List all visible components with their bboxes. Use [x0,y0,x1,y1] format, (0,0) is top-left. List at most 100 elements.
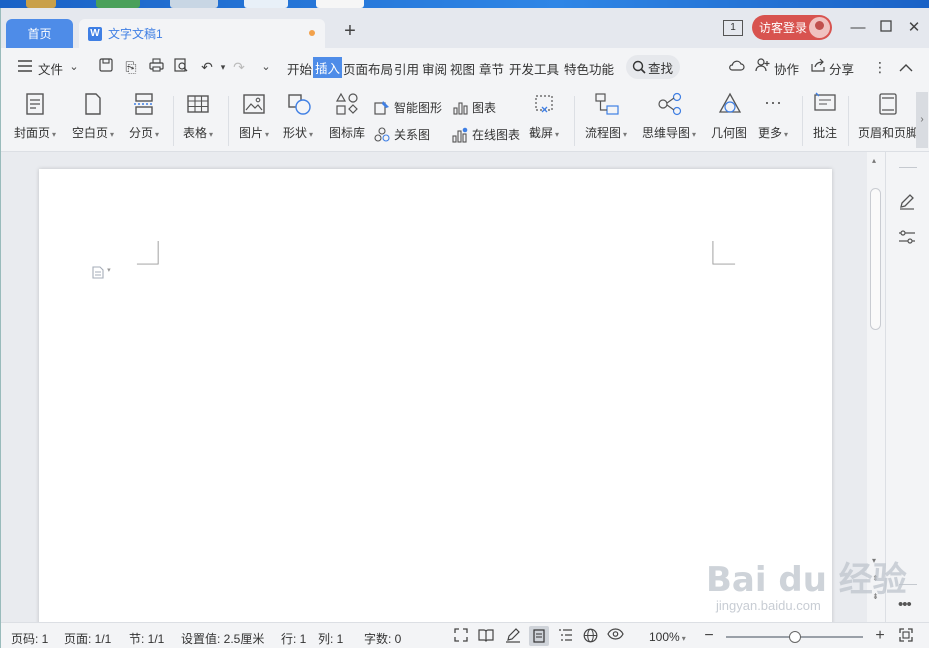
relation-diagram-button[interactable]: 关系图 [374,126,430,143]
desktop-icon[interactable] [26,0,56,8]
smart-shape-button[interactable]: 智能图形 [374,99,442,116]
outline-view-icon[interactable] [557,628,573,644]
close-button[interactable]: ✕ [904,18,924,38]
zoom-slider[interactable] [726,631,863,643]
header-footer-button[interactable]: 页眉和页脚 [858,92,918,141]
scroll-up-icon[interactable]: ▴ [872,156,876,165]
geometry-button[interactable]: 几何图 [711,92,747,141]
blank-page-icon [81,92,105,116]
picture-button[interactable]: 图片 ▾ [239,92,269,141]
fit-page-icon[interactable] [898,628,914,644]
picture-label: 图片 [239,126,264,140]
search-button[interactable]: 查找 [626,55,680,79]
mindmap-button[interactable]: 思维导图 ▾ [642,92,696,141]
menu-tab-developer[interactable]: 开发工具 [509,59,559,78]
desktop-icon[interactable] [244,0,288,8]
relation-diagram-icon [374,126,390,143]
status-word-count[interactable]: 字数: 0 [364,630,401,647]
online-chart-button[interactable]: 在线图表 [452,126,520,143]
chart-button[interactable]: 图表 [452,99,496,116]
blank-page-label: 空白页 [72,126,109,140]
smart-shape-label: 智能图形 [394,101,443,115]
baidu-watermark-url: jingyan.baidu.com [716,598,821,613]
blank-page-button[interactable]: 空白页 ▾ [72,92,114,141]
cover-page-button[interactable]: 封面页 ▾ [14,92,56,141]
zoom-in-button[interactable]: + [872,628,888,644]
desktop-icon[interactable] [96,0,140,8]
collaborate-button[interactable]: 协作 [774,59,799,78]
icon-library-button[interactable]: 图标库 [329,92,365,141]
more-label: 更多 [758,126,783,140]
comment-button[interactable]: 批注 [813,92,837,141]
ribbon-separator [173,96,174,146]
tab-document[interactable]: W 文字文稿1 [79,19,325,48]
smart-shape-icon [374,100,390,116]
save-icon[interactable] [97,58,115,76]
collapse-ribbon-icon[interactable] [897,58,915,76]
status-column[interactable]: 列: 1 [318,630,343,647]
table-label: 表格 [183,126,208,140]
guest-login-button[interactable]: 访客登录 [752,15,832,40]
ribbon-scroll-right-button[interactable]: › [916,92,928,148]
cloud-sync-icon[interactable] [727,58,745,76]
paragraph-options-icon[interactable]: ▾ [92,266,118,282]
new-tab-button[interactable]: + [340,21,360,42]
edit-pen-icon[interactable] [898,192,916,213]
baidu-watermark-logo: Bai du 经验 [706,560,907,600]
page-view-icon[interactable] [529,626,549,646]
shape-button[interactable]: 形状 ▾ [283,92,313,141]
hamburger-menu-icon[interactable] [16,58,34,76]
fullscreen-icon[interactable] [453,628,469,644]
status-pages[interactable]: 页面: 1/1 [64,630,111,647]
window-count-button[interactable]: 1 [723,20,743,36]
menu-tab-chapter[interactable]: 章节 [479,59,504,78]
status-row[interactable]: 行: 1 [281,630,306,647]
ribbon-separator [228,96,229,146]
more-options-icon[interactable]: ⋮ [871,58,889,76]
protect-edit-icon[interactable] [505,628,521,644]
table-button[interactable]: 表格 ▾ [183,92,213,141]
scrollbar-thumb[interactable] [870,188,881,330]
menu-file[interactable]: 文件 [38,59,63,78]
format-painter-icon[interactable]: ⎘ [122,58,140,76]
menu-tab-review[interactable]: 审阅 [422,59,447,78]
desktop-icon[interactable] [170,0,218,8]
status-setting-value[interactable]: 设置值: 2.5厘米 [181,630,264,647]
menu-tab-references[interactable]: 引用 [394,59,419,78]
menu-tab-view[interactable]: 视图 [450,59,475,78]
more-button[interactable]: ··· 更多 ▾ [758,92,788,141]
menu-tab-features[interactable]: 特色功能 [564,59,614,78]
menu-tab-start[interactable]: 开始 [287,59,312,78]
zoom-out-button[interactable]: − [701,628,717,644]
writer-doc-icon: W [88,26,102,41]
chart-label: 图表 [472,101,497,115]
zoom-slider-knob[interactable] [788,631,801,643]
menu-tab-page-layout[interactable]: 页面布局 [343,59,393,78]
print-icon[interactable] [147,58,165,76]
settings-sliders-icon[interactable] [898,228,916,249]
icon-library-icon [335,92,359,116]
customize-toolbar-icon[interactable]: ⌄ [257,58,275,76]
guest-login-label: 访客登录 [759,21,808,35]
status-section[interactable]: 节: 1/1 [129,630,164,647]
share-button[interactable]: 分享 [829,59,854,78]
zoom-level-value: 100% [649,630,680,644]
maximize-button[interactable] [876,18,896,38]
collaborate-icon[interactable] [753,58,771,76]
print-preview-icon[interactable] [172,58,190,76]
page-break-button[interactable]: 分页 ▾ [129,92,159,141]
flowchart-button[interactable]: 流程图 ▾ [585,92,627,141]
menu-tab-insert[interactable]: 插入 [313,57,343,78]
screenshot-button[interactable]: 截屏 ▾ [529,92,559,141]
search-icon [632,60,646,74]
eye-protection-icon[interactable] [607,628,624,644]
reading-mode-icon[interactable] [478,628,494,644]
desktop-icon[interactable] [316,0,364,8]
web-view-icon[interactable] [582,628,598,644]
share-icon[interactable] [809,58,827,76]
tab-home[interactable]: 首页 [6,19,73,48]
zoom-level[interactable]: 100% ▾ [649,630,686,644]
chevron-down-icon[interactable]: ⌄ [65,58,83,76]
minimize-button[interactable]: — [848,18,868,38]
status-page-number[interactable]: 页码: 1 [11,630,48,647]
